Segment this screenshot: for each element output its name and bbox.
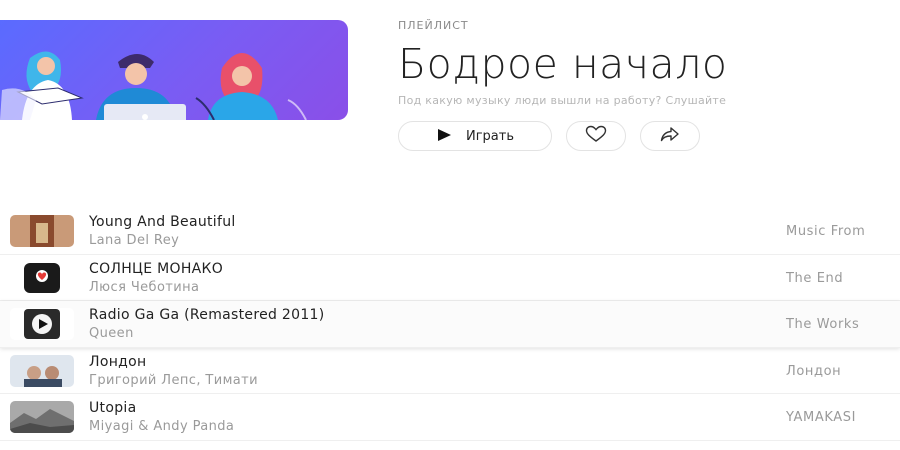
track-title: Radio Ga Ga (Remastered 2011) [89,307,325,323]
track-album[interactable]: Лондон [786,364,841,379]
track-album[interactable]: YAMAKASI [786,410,856,425]
playlist-title: Бодрое начало [398,40,728,88]
track-row[interactable]: Utopia Miyagi & Andy Panda YAMAKASI [0,394,900,441]
playlist-actions: Играть [398,121,700,151]
track-row[interactable]: Лондон Григорий Лепс, Тимати Лондон [0,348,900,394]
share-icon [660,126,680,146]
track-album[interactable]: The Works [786,317,859,332]
track-cover [10,215,74,247]
heart-icon [585,125,607,147]
track-row[interactable]: Young And Beautiful Lana Del Rey Music F… [0,208,900,255]
track-title: Лондон [89,353,147,370]
play-icon [436,127,452,146]
track-row[interactable]: СОЛНЦЕ МОНАКО Люся Чеботина The End [0,255,900,301]
playlist-cover [0,20,348,120]
like-button[interactable] [566,121,626,151]
track-album[interactable]: The End [786,271,843,286]
share-button[interactable] [640,121,700,151]
track-row-highlighted[interactable]: Radio Ga Ga (Remastered 2011) Queen The … [0,301,900,348]
track-title: Utopia [89,400,137,416]
track-cover [10,401,74,433]
playlist-description: Под какую музыку люди вышли на работу? С… [398,94,727,107]
track-cover [10,308,74,340]
track-artist[interactable]: Люся Чеботина [89,280,199,295]
track-cover [10,261,74,294]
play-button-label: Играть [465,128,514,144]
track-cover [10,354,74,387]
play-button[interactable]: Играть [398,121,552,151]
track-title: СОЛНЦЕ МОНАКО [89,260,224,277]
track-title: Young And Beautiful [89,214,236,230]
playlist-type-label: ПЛЕЙЛИСТ [398,19,469,32]
track-album[interactable]: Music From [786,224,865,239]
track-artist[interactable]: Miyagi & Andy Panda [89,419,234,434]
people-illustration [0,51,307,120]
track-list: Young And Beautiful Lana Del Rey Music F… [0,208,900,441]
track-artist[interactable]: Queen [89,326,134,341]
track-artist[interactable]: Григорий Лепс, Тимати [89,373,258,388]
track-artist[interactable]: Lana Del Rey [89,233,179,248]
